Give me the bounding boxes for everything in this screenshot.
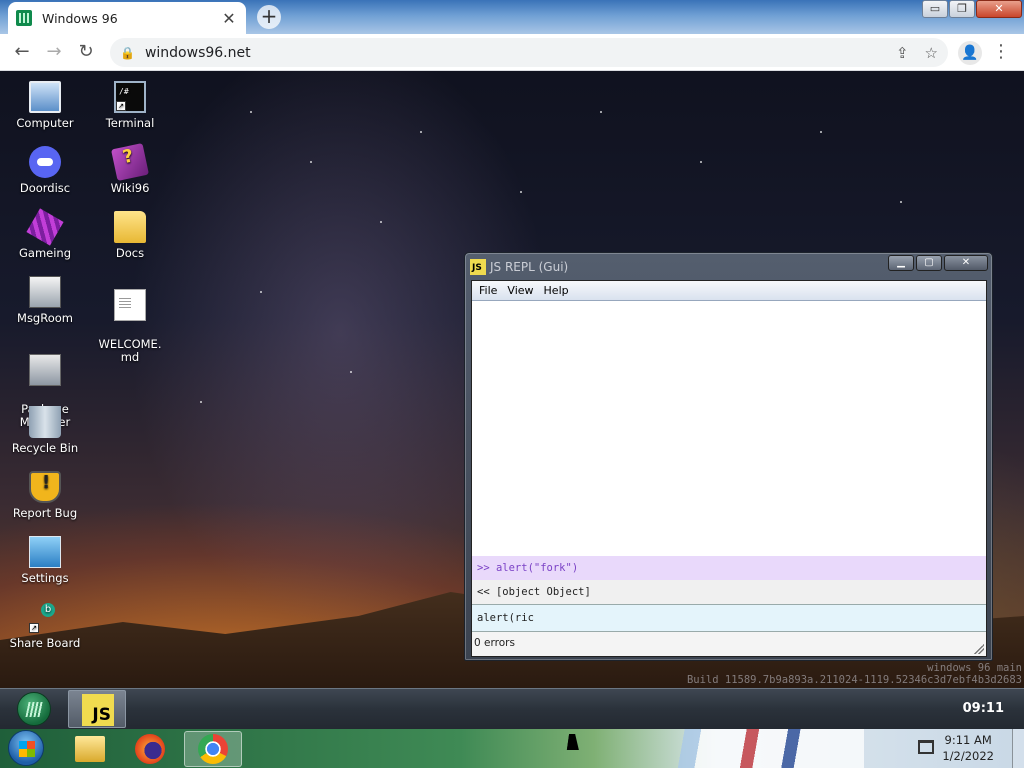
back-arrow-icon[interactable]: ← — [10, 40, 34, 64]
menu-help[interactable]: Help — [539, 284, 574, 297]
browser-tab-strip: Windows 96 ✕ + ▭ ❐ ✕ — [0, 0, 1024, 34]
settings-icon — [29, 536, 61, 568]
error-count: 0 errors — [474, 637, 515, 649]
firefox-icon[interactable] — [121, 731, 179, 767]
win96-start-button[interactable] — [17, 692, 51, 726]
discord-icon — [29, 146, 61, 178]
repl-maximize-button[interactable]: ▢ — [916, 255, 942, 271]
menu-view[interactable]: View — [502, 284, 538, 297]
desktop-icon-computer[interactable]: Computer — [3, 81, 87, 130]
chrome-icon[interactable] — [184, 731, 242, 767]
network-icon[interactable] — [918, 740, 934, 754]
share-board-icon: ↗ — [29, 601, 61, 633]
repl-close-button[interactable]: ✕ — [944, 255, 988, 271]
desktop-icon-terminal[interactable]: ↗ Terminal — [88, 81, 172, 130]
repl-body: File View Help >> alert("fork") << [obje… — [471, 280, 987, 657]
browser-window-controls: ▭ ❐ ✕ — [922, 0, 1022, 20]
repl-command-input[interactable] — [472, 605, 986, 632]
win96-clock[interactable]: 09:11 — [963, 701, 1004, 716]
package-icon — [29, 354, 61, 386]
reload-icon[interactable]: ↻ — [74, 40, 98, 64]
host-clock[interactable]: 9:11 AM 1/2/2022 — [942, 732, 994, 764]
resize-grip-icon[interactable] — [974, 644, 984, 654]
desktop-icon-share-board[interactable]: ↗ Share Board — [3, 601, 87, 650]
browser-tab[interactable]: Windows 96 ✕ — [8, 2, 246, 34]
repl-window-controls: ▁ ▢ ✕ — [888, 255, 988, 271]
windows-start-orb-icon[interactable] — [8, 730, 44, 766]
minimize-button[interactable]: ▭ — [922, 0, 948, 18]
repl-output-area — [472, 301, 986, 556]
file-explorer-icon[interactable] — [60, 731, 118, 767]
desktop-icon-doordisc[interactable]: Doordisc — [3, 146, 87, 195]
wiki-book-icon — [111, 143, 149, 181]
desktop-icon-wiki96[interactable]: Wiki96 — [88, 143, 172, 195]
repl-input-history-line: >> alert("fork") — [472, 556, 986, 580]
js-repl-window[interactable]: JS JS REPL (Gui) ▁ ▢ ✕ File View Help >>… — [464, 252, 993, 661]
desktop-icon-msgroom[interactable]: MsgRoom — [3, 276, 87, 325]
desktop-icon-docs[interactable]: Docs — [88, 211, 172, 260]
taskbar-item-js-repl[interactable]: JS — [68, 690, 126, 728]
profile-avatar-icon[interactable]: 👤 — [958, 41, 982, 65]
terminal-icon: ↗ — [114, 81, 146, 113]
repl-minimize-button[interactable]: ▁ — [888, 255, 914, 271]
recycle-bin-icon — [29, 406, 61, 438]
document-icon — [114, 289, 146, 321]
host-taskbar: 9:11 AM 1/2/2022 — [0, 729, 1024, 768]
desktop-icon-gameing[interactable]: Gameing — [3, 208, 87, 260]
browser-menu-icon[interactable]: ⋮ — [992, 40, 1010, 64]
url-text[interactable]: windows96.net — [145, 45, 880, 61]
folder-icon — [114, 211, 146, 243]
new-tab-button[interactable]: + — [257, 5, 281, 29]
game-cube-icon — [26, 208, 64, 246]
js-taskbar-icon: JS — [82, 694, 114, 726]
computer-icon — [29, 81, 61, 113]
repl-menubar: File View Help — [472, 281, 986, 301]
window-title-bar[interactable]: JS JS REPL (Gui) — [470, 257, 568, 277]
js-app-icon: JS — [470, 259, 486, 275]
tab-close-icon[interactable]: ✕ — [220, 9, 238, 28]
desktop-icon-recycle-bin[interactable]: Recycle Bin — [3, 406, 87, 455]
repl-output-line: << [object Object] — [472, 580, 986, 605]
window-title: JS REPL (Gui) — [490, 260, 569, 274]
close-window-button[interactable]: ✕ — [976, 0, 1022, 18]
desktop-icon-report-bug[interactable]: Report Bug — [3, 471, 87, 520]
forward-arrow-icon[interactable]: → — [42, 40, 66, 64]
address-bar[interactable]: 🔒 windows96.net ⇪ ☆ — [110, 38, 948, 67]
windows96-favicon-icon — [16, 10, 32, 26]
build-watermark: windows 96 main Build 11589.7b9a893a.211… — [686, 662, 1022, 686]
wallpaper-flag-strip — [664, 729, 864, 768]
mouse-cursor-icon — [566, 734, 582, 750]
desktop-icon-welcome-md[interactable]: WELCOME. md — [88, 276, 172, 377]
share-icon[interactable]: ⇪ — [896, 44, 909, 62]
warning-shield-icon — [29, 471, 61, 503]
tab-title: Windows 96 — [42, 10, 118, 26]
show-desktop-button[interactable] — [1012, 729, 1024, 768]
menu-file[interactable]: File — [474, 284, 502, 297]
lock-icon[interactable]: 🔒 — [120, 46, 135, 60]
win96-taskbar: JS 09:11 — [0, 688, 1024, 729]
chat-room-icon — [29, 276, 61, 308]
browser-toolbar: ← → ↻ 🔒 windows96.net ⇪ ☆ 👤 ⋮ — [0, 34, 1024, 71]
repl-status-bar: 0 errors — [472, 632, 986, 656]
bookmark-star-icon[interactable]: ☆ — [925, 44, 938, 62]
desktop-icon-settings[interactable]: Settings — [3, 536, 87, 585]
restore-button[interactable]: ❐ — [949, 0, 975, 18]
